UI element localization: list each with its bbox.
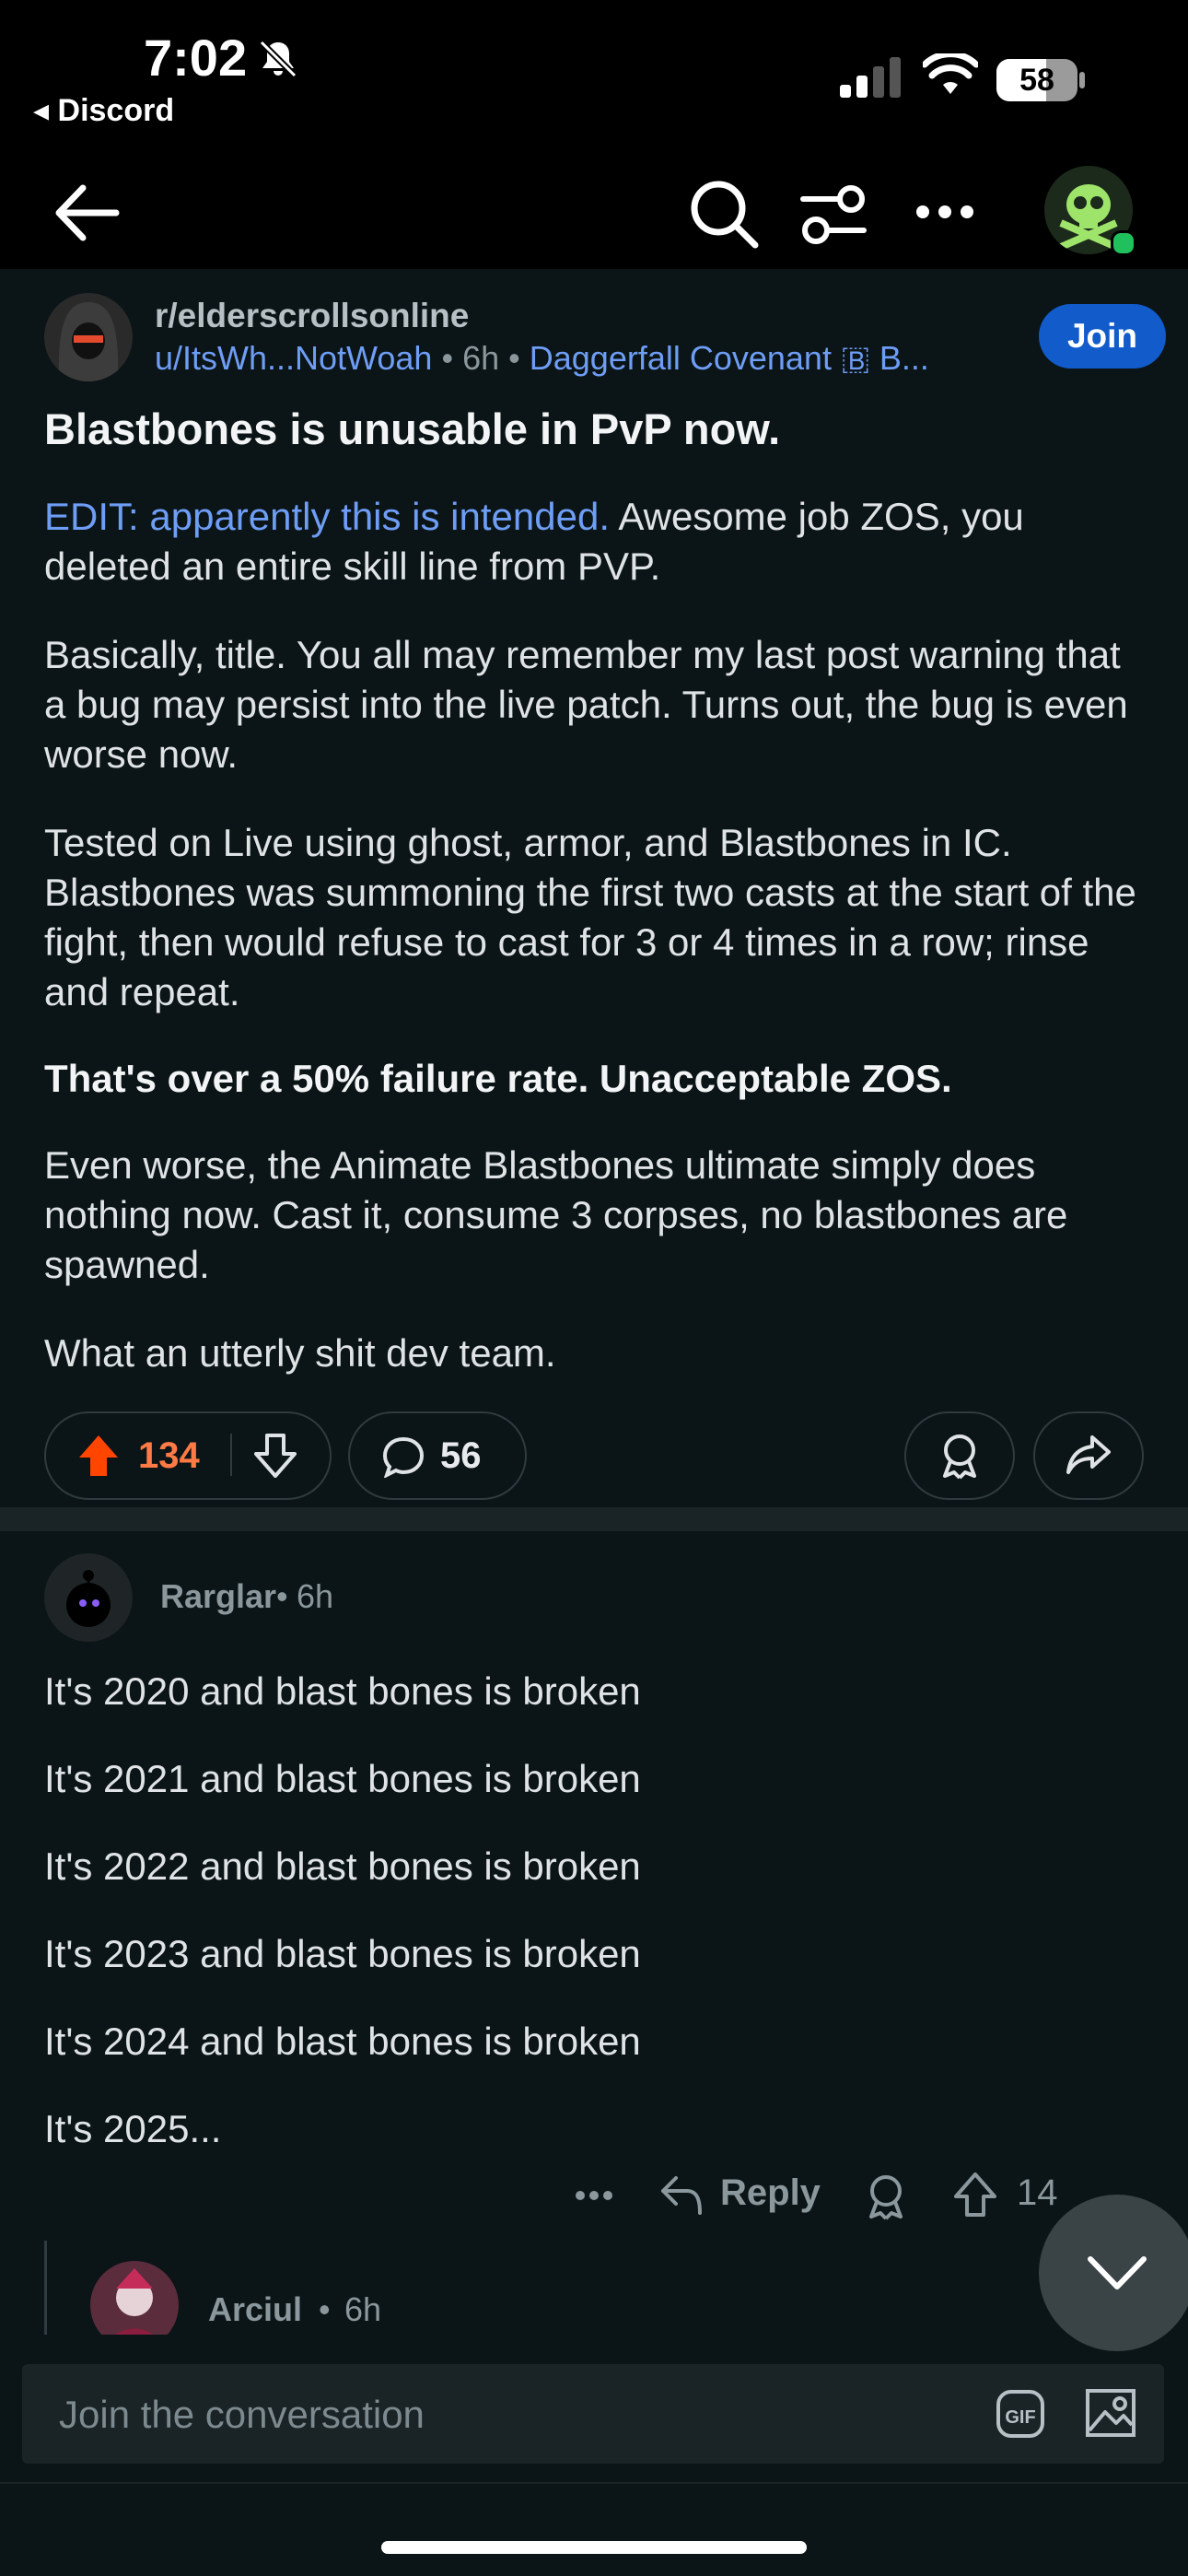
award-icon: [943, 1434, 976, 1480]
post-meta: u/ItsWh...NotWoah • 6h • Daggerfall Cove…: [155, 339, 929, 379]
post-paragraph-5: What an utterly shit dev team.: [44, 1331, 556, 1375]
snoo-avatar-icon: [66, 1570, 111, 1627]
bottom-divider: [0, 2482, 1188, 2484]
comment-line: It's 2020 and blast bones is broken: [44, 1669, 641, 1713]
comment-more-icon[interactable]: [575, 2189, 613, 2202]
silent-bell-icon: [259, 40, 297, 78]
clock: 7:02: [144, 29, 248, 87]
comment-count: 56: [440, 1435, 482, 1476]
thread-line: [44, 2241, 47, 2335]
reply-age: 6h: [344, 2290, 382, 2328]
comment-line: It's 2025...: [44, 2107, 222, 2150]
comment-author[interactable]: Rarglar: [160, 1577, 276, 1616]
subreddit-name[interactable]: r/elderscrollsonline: [155, 297, 469, 335]
post-title: Blastbones is unusable in PvP now.: [44, 404, 781, 453]
gif-button[interactable]: GIF: [996, 2390, 1044, 2438]
battery-icon: 58: [996, 59, 1077, 101]
post-paragraph-2: Tested on Live using ghost, armor, and B…: [44, 821, 1136, 1013]
cellular-signal-icon: [840, 57, 901, 98]
search-icon[interactable]: [687, 177, 761, 251]
subreddit-avatar[interactable]: [44, 293, 133, 381]
user-flair: Daggerfall Covenant 🇧 B...: [529, 339, 929, 377]
upvote-icon[interactable]: [77, 1434, 120, 1478]
meta-separator: •: [441, 339, 463, 377]
comment-award-icon[interactable]: [864, 2172, 908, 2220]
reply-arrow-icon[interactable]: [659, 2174, 704, 2217]
comment-age: 6h: [297, 1577, 334, 1615]
edit-note-link[interactable]: EDIT: apparently this is intended.: [44, 495, 610, 538]
post-age: 6h: [462, 339, 500, 377]
filter-sort-icon[interactable]: [799, 182, 868, 247]
status-bar: 7:02 ◂ Discord 58: [0, 0, 1188, 157]
meta-separator: •: [276, 1577, 288, 1615]
reply-author[interactable]: Arciul: [208, 2290, 302, 2329]
comment-vote-count: 14: [1017, 2172, 1058, 2213]
comments-button[interactable]: 56: [348, 1411, 527, 1500]
image-upload-icon[interactable]: [1085, 2388, 1136, 2438]
post-paragraph-bold: That's over a 50% failure rate. Unaccept…: [44, 1057, 952, 1100]
nav-bar: [0, 157, 1188, 269]
scroll-down-button[interactable]: [1039, 2195, 1188, 2351]
back-to-app-link[interactable]: ◂ Discord: [33, 92, 174, 129]
online-status-dot: [1111, 230, 1136, 256]
section-divider: [0, 1507, 1188, 1531]
comment-line: It's 2021 and blast bones is broken: [44, 1757, 641, 1800]
chevron-down-icon: [1088, 2256, 1147, 2289]
upvote-count: 134: [138, 1435, 200, 1476]
vote-pill: 134: [44, 1411, 332, 1500]
comment-bubble-icon: [382, 1436, 425, 1478]
post-paragraph-4: Even worse, the Animate Blastbones ultim…: [44, 1143, 1068, 1286]
battery-level: 58: [1019, 63, 1054, 98]
home-indicator[interactable]: [381, 2541, 807, 2554]
edit-paragraph: EDIT: apparently this is intended. Aweso…: [44, 492, 1149, 591]
comment-line: It's 2024 and blast bones is broken: [44, 2020, 641, 2063]
reply-button[interactable]: Reply: [720, 2172, 821, 2214]
share-arrow-icon: [1066, 1435, 1111, 1474]
award-button[interactable]: [904, 1411, 1015, 1500]
comment-input-placeholder[interactable]: Join the conversation: [59, 2393, 425, 2437]
comment-line: It's 2023 and blast bones is broken: [44, 1932, 641, 1975]
post-author[interactable]: u/ItsWh...NotWoah: [155, 339, 432, 377]
battery-tip: [1079, 72, 1085, 88]
join-button[interactable]: Join: [1039, 304, 1166, 369]
comment-line: It's 2022 and blast bones is broken: [44, 1844, 641, 1888]
downvote-icon[interactable]: [254, 1434, 297, 1478]
wifi-icon: [923, 53, 978, 94]
vote-divider: [230, 1434, 232, 1476]
commenter-avatar[interactable]: [44, 1553, 133, 1642]
meta-separator: •: [319, 2290, 331, 2328]
meta-separator: •: [508, 339, 530, 377]
back-arrow-icon[interactable]: [52, 181, 122, 245]
share-button[interactable]: [1033, 1411, 1144, 1500]
more-options-icon[interactable]: [915, 203, 974, 221]
post-paragraph-1: Basically, title. You all may remember m…: [44, 633, 1128, 776]
comment-upvote-icon[interactable]: [954, 2172, 996, 2217]
hooded-figure-icon: [58, 302, 119, 381]
